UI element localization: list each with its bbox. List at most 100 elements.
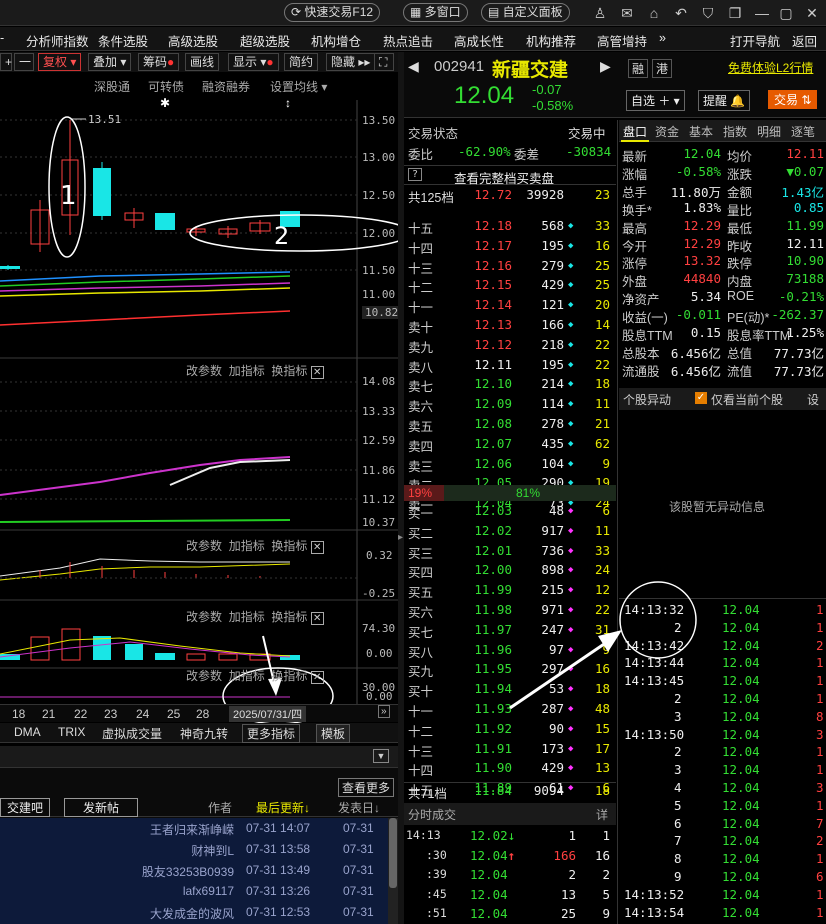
buy-level-row[interactable]: 十四 11.90 429 ◆ 13: [404, 760, 616, 778]
list-item[interactable]: lafx69117 07-31 13:26 07-31: [0, 881, 388, 903]
sell-level-row[interactable]: 十五 12.18 568 ◆ 33: [404, 218, 616, 236]
buy-level-row[interactable]: 买一 12.03 48 ◆ 6: [404, 503, 616, 521]
change-indicator-link[interactable]: 换指标: [271, 539, 307, 553]
l2-trial-link[interactable]: 免费体验L2行情: [728, 59, 813, 76]
tab-template[interactable]: 模板: [316, 724, 351, 743]
sublink-set-ma[interactable]: 设置均线 ▾: [270, 78, 327, 95]
nav-item-analyst[interactable]: 分析师指数: [26, 31, 89, 50]
sell-level-row[interactable]: 卖三 12.06 104 ◆ 9: [404, 456, 616, 474]
sublink-hk-connect[interactable]: 深股通: [94, 78, 130, 95]
close-panel-icon[interactable]: ✕: [310, 366, 324, 379]
scroll-right-icon[interactable]: »: [378, 705, 390, 718]
settings-button[interactable]: 设: [807, 391, 819, 408]
change-indicator-link[interactable]: 换指标: [271, 669, 307, 683]
maximize-icon[interactable]: ▢: [776, 3, 796, 23]
splitter-arrow-icon[interactable]: ▸: [398, 532, 403, 543]
sell-level-row[interactable]: 卖六 12.09 114 ◆ 11: [404, 396, 616, 414]
col-author[interactable]: 作者: [208, 799, 232, 816]
sublink-convertible[interactable]: 可转债: [148, 78, 184, 95]
tab-funds[interactable]: 资金: [655, 123, 679, 140]
window-icon[interactable]: ❐: [725, 3, 745, 23]
tab-trix[interactable]: TRIX: [58, 725, 85, 739]
sell-level-row[interactable]: 十四 12.17 195 ◆ 16: [404, 238, 616, 256]
close-panel-icon[interactable]: ✕: [310, 671, 324, 684]
view-full-book-row[interactable]: ? 查看完整档买卖盘: [404, 165, 616, 187]
mail-icon[interactable]: ✉: [617, 3, 637, 23]
forum-scrollbar[interactable]: [388, 818, 398, 924]
fuquan-button[interactable]: 复权 ▾: [38, 53, 82, 71]
forum-tab-bar[interactable]: 交建吧: [0, 798, 51, 817]
sell-level-row[interactable]: 十三 12.16 279 ◆ 25: [404, 258, 616, 276]
nav-item-growth[interactable]: 高成长性: [454, 31, 504, 50]
sell-level-row[interactable]: 卖八 12.11 195 ◆ 22: [404, 357, 616, 375]
minimize-icon[interactable]: —: [752, 3, 772, 23]
zoom-out-button[interactable]: 一: [14, 53, 34, 71]
edit-params-link[interactable]: 改参数: [186, 669, 222, 683]
display-button[interactable]: 显示 ▾●: [228, 53, 279, 71]
sell-level-row[interactable]: 卖五 12.08 278 ◆ 21: [404, 416, 616, 434]
edit-params-link[interactable]: 改参数: [186, 364, 222, 378]
nav-more[interactable]: »: [659, 31, 666, 45]
nav-item-inst-rec[interactable]: 机构推荐: [526, 31, 576, 50]
hide-button[interactable]: 隐藏 ▸▸: [326, 53, 376, 71]
tab-tick-by-tick[interactable]: 逐笔: [791, 123, 815, 140]
tab-dma[interactable]: DMA: [14, 725, 41, 739]
list-item[interactable]: 股友33253B0939 07-31 13:49 07-31: [0, 860, 388, 882]
help-icon[interactable]: ?: [408, 168, 423, 181]
list-item[interactable]: 大发成金的波风 07-31 12:53 07-31: [0, 902, 388, 924]
back-button[interactable]: 返回: [792, 31, 817, 50]
nav-item-super[interactable]: 超级选股: [240, 31, 290, 50]
view-full-link[interactable]: 查看完整档买卖盘: [454, 168, 554, 187]
collapse-icon[interactable]: ▼: [373, 749, 389, 763]
tab-pankou[interactable]: 盘口: [621, 123, 650, 142]
sell-level-row[interactable]: 卖十 12.13 166 ◆ 14: [404, 317, 616, 335]
col-updated[interactable]: 最后更新↓: [256, 799, 310, 816]
sell-level-row[interactable]: 十一 12.14 121 ◆ 20: [404, 297, 616, 315]
nav-item-hotspot[interactable]: 热点追击: [383, 31, 433, 50]
simple-button[interactable]: 简约: [284, 53, 319, 71]
tab-magic-nine[interactable]: 神奇九转: [180, 725, 228, 742]
add-indicator-link[interactable]: 加指标: [229, 364, 265, 378]
undo-icon[interactable]: ↶: [671, 3, 691, 23]
custom-panel-button[interactable]: ▤ 自定义面板: [481, 3, 570, 22]
buy-level-row[interactable]: 买二 12.02 917 ◆ 11: [404, 523, 616, 541]
user-icon[interactable]: ♙: [590, 3, 610, 23]
home-icon[interactable]: ⌂: [644, 3, 664, 23]
view-more-button[interactable]: 查看更多: [338, 778, 395, 797]
add-indicator-link[interactable]: 加指标: [229, 539, 265, 553]
sell-level-row[interactable]: 卖四 12.07 435 ◆ 62: [404, 436, 616, 454]
buy-level-row[interactable]: 十三 11.91 173 ◆ 17: [404, 741, 616, 759]
next-stock-icon[interactable]: ▶: [600, 58, 611, 75]
tab-virtual-volume[interactable]: 虚拟成交量: [102, 725, 162, 742]
tab-index[interactable]: 指数: [723, 123, 747, 140]
nav-item-condition[interactable]: 条件选股: [98, 31, 148, 50]
fullscreen-icon[interactable]: ⛶: [374, 53, 394, 71]
list-item[interactable]: 王者归来渐峥嵘 07-31 14:07 07-31: [0, 818, 388, 840]
close-panel-icon[interactable]: ✕: [310, 541, 324, 554]
chips-button[interactable]: 筹码●: [138, 53, 180, 71]
remind-button[interactable]: 提醒 🔔: [698, 90, 751, 111]
kline-chart[interactable]: 13.51 1 2: [0, 100, 400, 750]
buy-level-row[interactable]: 买三 12.01 736 ◆ 33: [404, 543, 616, 561]
close-icon[interactable]: ✕: [802, 3, 822, 23]
sell-level-row[interactable]: 十二 12.15 429 ◆ 25: [404, 277, 616, 295]
new-post-button[interactable]: 发新帖: [64, 798, 139, 817]
quick-trade-button[interactable]: ⟳ 快速交易F12: [284, 3, 381, 22]
zoom-in-button[interactable]: +: [0, 53, 12, 71]
trade-button[interactable]: 交易 ⇅: [768, 90, 818, 109]
scroll-thumb[interactable]: [389, 818, 397, 888]
buy-level-row[interactable]: 买四 12.00 898 ◆ 24: [404, 562, 616, 580]
add-watchlist-button[interactable]: 自选 ＋ ▾: [626, 90, 685, 111]
edit-params-link[interactable]: 改参数: [186, 539, 222, 553]
prev-stock-icon[interactable]: ◀: [408, 58, 419, 75]
nav-item-inst-add[interactable]: 机构增仓: [311, 31, 361, 50]
nav-item-exec[interactable]: 高管增持: [597, 31, 647, 50]
change-indicator-link[interactable]: 换指标: [271, 364, 307, 378]
add-indicator-link[interactable]: 加指标: [229, 610, 265, 624]
tab-more-indicators[interactable]: 更多指标: [242, 724, 301, 743]
buy-level-row[interactable]: 十二 11.92 90 ◆ 15: [404, 721, 616, 739]
shirt-icon[interactable]: ⛉: [698, 3, 718, 23]
only-current-label[interactable]: 仅看当前个股: [711, 391, 783, 408]
tab-detail[interactable]: 明细: [757, 123, 781, 140]
add-indicator-link[interactable]: 加指标: [229, 669, 265, 683]
